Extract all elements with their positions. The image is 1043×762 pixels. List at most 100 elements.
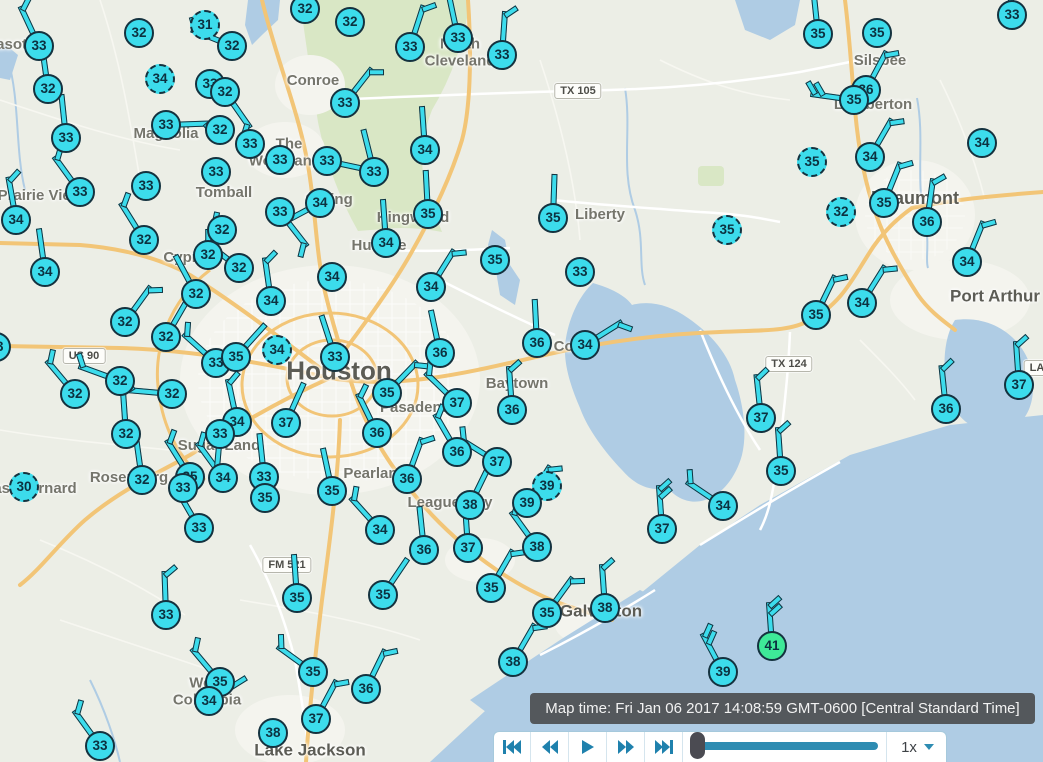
weather-station-marker[interactable]: 35 (476, 573, 506, 603)
weather-station-marker[interactable]: 33 (131, 171, 161, 201)
weather-station-marker[interactable]: 34 (708, 491, 738, 521)
weather-station-marker[interactable]: 34 (365, 515, 395, 545)
weather-station-marker[interactable]: 35 (372, 378, 402, 408)
weather-station-marker[interactable]: 35 (413, 199, 443, 229)
weather-station-marker[interactable]: 33 (320, 342, 350, 372)
weather-station-marker[interactable]: 31 (190, 10, 220, 40)
weather-station-marker[interactable]: 32 (110, 307, 140, 337)
weather-station-marker[interactable]: 36 (912, 207, 942, 237)
weather-station-marker[interactable]: 39 (512, 488, 542, 518)
weather-station-marker[interactable]: 33 (443, 23, 473, 53)
weather-station-marker[interactable]: 32 (205, 115, 235, 145)
weather-station-marker[interactable]: 33 (168, 473, 198, 503)
weather-station-marker[interactable]: 34 (855, 142, 885, 172)
weather-station-marker[interactable]: 30 (9, 472, 39, 502)
weather-station-marker[interactable]: 36 (362, 418, 392, 448)
weather-station-marker[interactable]: 37 (647, 514, 677, 544)
weather-station-marker[interactable]: 34 (410, 135, 440, 165)
weather-station-marker[interactable]: 33 (151, 600, 181, 630)
weather-station-marker[interactable]: 34 (305, 188, 335, 218)
timeline-slider[interactable] (690, 742, 878, 750)
weather-station-marker[interactable]: 34 (371, 228, 401, 258)
weather-station-marker[interactable]: 32 (127, 465, 157, 495)
weather-station-marker[interactable]: 32 (826, 197, 856, 227)
weather-station-marker[interactable]: 37 (746, 403, 776, 433)
weather-station-marker[interactable]: 37 (1004, 370, 1034, 400)
weather-station-marker[interactable]: 33 (265, 197, 295, 227)
weather-station-marker[interactable]: 34 (416, 272, 446, 302)
weather-station-marker[interactable]: 34 (967, 128, 997, 158)
weather-station-marker[interactable]: 35 (797, 147, 827, 177)
weather-station-marker[interactable]: 33 (151, 110, 181, 140)
weather-station-marker[interactable]: 33 (330, 88, 360, 118)
play-button[interactable] (570, 732, 607, 762)
weather-station-marker[interactable]: 32 (217, 31, 247, 61)
weather-station-marker[interactable]: 39 (708, 657, 738, 687)
weather-station-marker[interactable]: 37 (271, 408, 301, 438)
weather-station-marker[interactable]: 35 (712, 215, 742, 245)
weather-station-marker[interactable]: 34 (262, 335, 292, 365)
weather-station-marker[interactable]: 37 (442, 388, 472, 418)
weather-station-marker[interactable]: 35 (298, 657, 328, 687)
weather-station-marker[interactable]: 33 (265, 145, 295, 175)
weather-station-marker[interactable]: 33 (395, 32, 425, 62)
weather-station-marker[interactable]: 35 (801, 300, 831, 330)
weather-station-marker[interactable]: 32 (33, 74, 63, 104)
weather-station-marker[interactable]: 34 (317, 262, 347, 292)
weather-station-marker[interactable]: 36 (351, 674, 381, 704)
weather-station-marker[interactable]: 41 (757, 631, 787, 661)
weather-station-marker[interactable]: 35 (532, 598, 562, 628)
timeline-slider-thumb[interactable] (690, 732, 705, 759)
skip-to-start-button[interactable] (494, 732, 531, 762)
weather-station-marker[interactable]: 33 (487, 40, 517, 70)
weather-station-marker[interactable]: 33 (359, 157, 389, 187)
weather-station-marker[interactable]: 33 (184, 513, 214, 543)
weather-station-marker[interactable]: 36 (409, 535, 439, 565)
weather-station-marker[interactable]: 32 (224, 253, 254, 283)
weather-station-marker[interactable]: 33 (205, 419, 235, 449)
weather-station-marker[interactable]: 32 (181, 279, 211, 309)
weather-station-marker[interactable]: 34 (208, 463, 238, 493)
weather-station-marker[interactable]: 36 (425, 338, 455, 368)
weather-station-marker[interactable]: 35 (221, 342, 251, 372)
weather-station-marker[interactable]: 36 (497, 395, 527, 425)
weather-station-marker[interactable]: 34 (570, 330, 600, 360)
weather-station-marker[interactable]: 37 (301, 704, 331, 734)
weather-station-marker[interactable]: 36 (392, 464, 422, 494)
weather-station-marker[interactable]: 32 (157, 379, 187, 409)
weather-station-marker[interactable]: 36 (442, 437, 472, 467)
weather-station-marker[interactable]: 36 (931, 394, 961, 424)
weather-station-marker[interactable]: 32 (193, 240, 223, 270)
weather-station-marker[interactable]: 33 (24, 31, 54, 61)
weather-station-marker[interactable]: 35 (839, 85, 869, 115)
weather-station-marker[interactable]: 38 (522, 532, 552, 562)
weather-station-marker[interactable]: 34 (145, 64, 175, 94)
weather-station-marker[interactable]: 33 (201, 157, 231, 187)
weather-station-marker[interactable]: 32 (151, 322, 181, 352)
weather-station-marker[interactable]: 33 (85, 731, 115, 761)
weather-station-marker[interactable]: 32 (105, 366, 135, 396)
weather-station-marker[interactable]: 34 (847, 288, 877, 318)
speed-dropdown[interactable]: 1x (886, 732, 948, 762)
weather-station-marker[interactable]: 37 (453, 533, 483, 563)
weather-station-marker[interactable]: 34 (256, 286, 286, 316)
weather-station-marker[interactable]: 38 (455, 490, 485, 520)
weather-station-marker[interactable]: 38 (590, 593, 620, 623)
weather-station-marker[interactable]: 35 (317, 476, 347, 506)
weather-station-marker[interactable]: 35 (869, 188, 899, 218)
weather-station-marker[interactable]: 33 (997, 0, 1027, 30)
weather-station-marker[interactable]: 34 (194, 686, 224, 716)
weather-station-marker[interactable]: 32 (129, 225, 159, 255)
weather-station-marker[interactable]: 33 (565, 257, 595, 287)
weather-station-marker[interactable]: 32 (335, 7, 365, 37)
skip-to-end-button[interactable] (646, 732, 683, 762)
weather-station-marker[interactable]: 35 (803, 19, 833, 49)
weather-station-marker[interactable]: 35 (480, 245, 510, 275)
weather-station-marker[interactable]: 36 (522, 328, 552, 358)
weather-station-marker[interactable]: 33 (312, 146, 342, 176)
weather-station-marker[interactable]: 37 (482, 447, 512, 477)
weather-station-marker[interactable]: 34 (1, 205, 31, 235)
weather-station-marker[interactable]: 32 (210, 77, 240, 107)
weather-station-marker[interactable]: 33 (51, 123, 81, 153)
step-forward-button[interactable] (608, 732, 645, 762)
